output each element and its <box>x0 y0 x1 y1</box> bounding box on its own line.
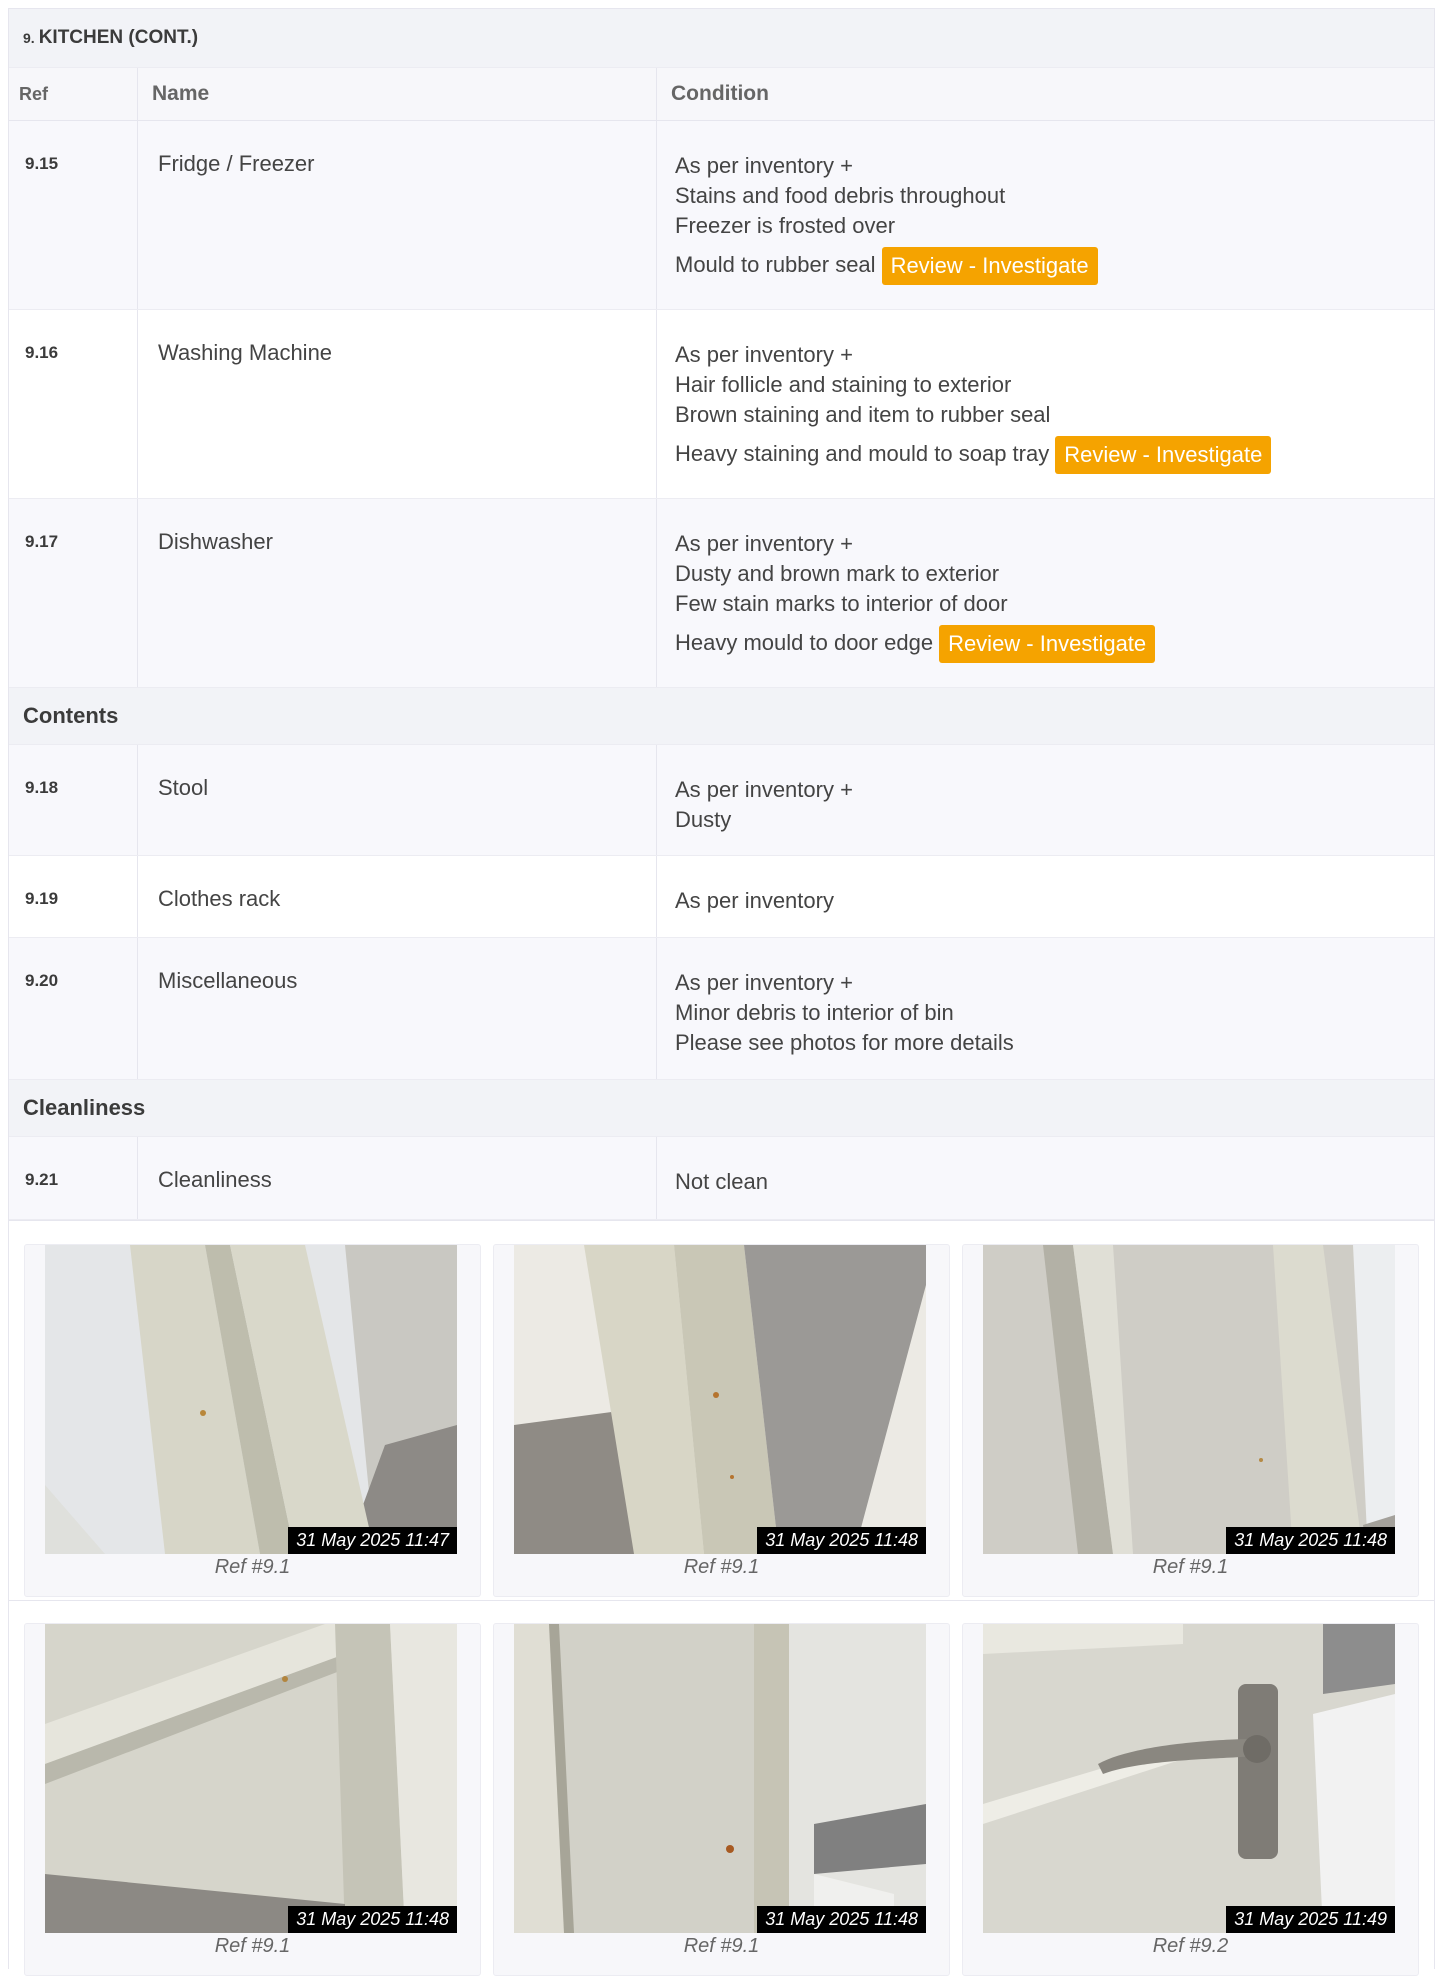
row-name: Washing Machine <box>138 310 657 498</box>
photo-timestamp: 31 May 2025 11:48 <box>288 1906 457 1933</box>
photo-row: 31 May 2025 11:47 Ref #9.1 31 May 2025 1… <box>9 1220 1434 1600</box>
review-badge: Review - Investigate <box>939 625 1156 663</box>
photo-timestamp: 31 May 2025 11:48 <box>757 1906 926 1933</box>
table-row: 9.15 Fridge / Freezer As per inventory +… <box>9 121 1434 310</box>
condition-line: Hair follicle and staining to exterior <box>675 372 1012 397</box>
condition-line: As per inventory + <box>675 531 853 556</box>
row-ref: 9.20 <box>9 938 138 1079</box>
condition-line: Few stain marks to interior of door <box>675 591 1008 616</box>
photo-caption: Ref #9.1 <box>683 1556 760 1578</box>
condition-line: Dusty and brown mark to exterior <box>675 561 1000 586</box>
row-name: Stool <box>138 745 657 855</box>
condition-line: Heavy staining and mould to soap tray Rev… <box>675 436 1434 474</box>
photo-card[interactable]: 31 May 2025 11:47 Ref #9.1 <box>24 1244 481 1597</box>
condition-line: Heavy mould to door edge Review - Investi… <box>675 625 1434 663</box>
photo[interactable]: 31 May 2025 11:48 <box>514 1624 926 1933</box>
row-condition: Not clean <box>657 1137 1434 1219</box>
photo-timestamp: 31 May 2025 11:48 <box>1226 1527 1395 1554</box>
table-row: 9.18 Stool As per inventory + Dusty <box>9 745 1434 856</box>
photo-card[interactable]: 31 May 2025 11:48 Ref #9.1 <box>493 1244 950 1597</box>
row-condition: As per inventory + Hair follicle and sta… <box>657 310 1434 498</box>
review-badge: Review - Investigate <box>881 247 1098 285</box>
row-name: Clothes rack <box>138 856 657 937</box>
row-ref: 9.19 <box>9 856 138 937</box>
table-row: 9.20 Miscellaneous As per inventory + Mi… <box>9 938 1434 1080</box>
photo-caption: Ref #9.1 <box>1152 1556 1229 1578</box>
photo-card[interactable]: 31 May 2025 11:48 Ref #9.1 <box>493 1623 950 1976</box>
photo[interactable]: 31 May 2025 11:48 <box>45 1624 457 1933</box>
condition-line: As per inventory + <box>675 153 853 178</box>
photo-caption: Ref #9.1 <box>214 1556 291 1578</box>
photo-card[interactable]: 31 May 2025 11:48 Ref #9.1 <box>24 1623 481 1976</box>
review-badge: Review - Investigate <box>1055 436 1272 474</box>
condition-line: As per inventory + <box>675 777 853 802</box>
condition-line: Minor debris to interior of bin <box>675 1000 954 1025</box>
row-condition: As per inventory + Stains and food debri… <box>657 121 1434 309</box>
photo-timestamp: 31 May 2025 11:49 <box>1226 1906 1395 1933</box>
row-condition: As per inventory + Minor debris to inter… <box>657 938 1434 1079</box>
row-name: Miscellaneous <box>138 938 657 1079</box>
condition-line: As per inventory <box>675 888 834 913</box>
section-number: 9. <box>23 30 35 46</box>
condition-line: As per inventory + <box>675 342 853 367</box>
row-ref: 9.16 <box>9 310 138 498</box>
row-ref: 9.18 <box>9 745 138 855</box>
section-title: KITCHEN (CONT.) <box>38 27 199 48</box>
photo-timestamp: 31 May 2025 11:48 <box>757 1527 926 1554</box>
column-ref: Ref <box>9 68 138 120</box>
row-condition: As per inventory + Dusty and brown mark … <box>657 499 1434 687</box>
table-row: 9.19 Clothes rack As per inventory <box>9 856 1434 938</box>
condition-text: Heavy staining and mould to soap tray <box>675 440 1050 466</box>
row-condition: As per inventory + Dusty <box>657 745 1434 855</box>
row-name: Fridge / Freezer <box>138 121 657 309</box>
condition-line: Stains and food debris throughout <box>675 183 1006 208</box>
condition-text: Heavy mould to door edge <box>675 629 934 655</box>
condition-line: Mould to rubber seal Review - Investigate <box>675 247 1434 285</box>
column-condition: Condition <box>671 82 769 105</box>
row-ref: 9.17 <box>9 499 138 687</box>
table-row: 9.21 Cleanliness Not clean <box>9 1137 1434 1220</box>
condition-line: As per inventory + <box>675 970 853 995</box>
photo[interactable]: 31 May 2025 11:48 <box>514 1245 926 1554</box>
group-header-contents: Contents <box>9 688 1434 745</box>
row-name: Dishwasher <box>138 499 657 687</box>
condition-line: Freezer is frosted over <box>675 213 896 238</box>
photo-row: 31 May 2025 11:48 Ref #9.1 31 May 2025 1… <box>9 1600 1434 1980</box>
photo-card[interactable]: 31 May 2025 11:49 Ref #9.2 <box>962 1623 1419 1976</box>
photo-caption: Ref #9.1 <box>683 1935 760 1957</box>
row-ref: 9.15 <box>9 121 138 309</box>
report-page: 9. KITCHEN (CONT.) Ref Name Condition 9.… <box>8 8 1435 1976</box>
photo[interactable]: 31 May 2025 11:49 <box>983 1624 1395 1933</box>
photo[interactable]: 31 May 2025 11:48 <box>983 1245 1395 1554</box>
row-ref: 9.21 <box>9 1137 138 1219</box>
section-header: 9. KITCHEN (CONT.) <box>9 8 1434 67</box>
column-name: Name <box>138 68 657 120</box>
condition-line: Please see photos for more details <box>675 1030 1014 1055</box>
condition-text: Mould to rubber seal <box>675 251 876 277</box>
photo-card[interactable]: 31 May 2025 11:48 Ref #9.1 <box>962 1244 1419 1597</box>
row-name: Cleanliness <box>138 1137 657 1219</box>
photo-timestamp: 31 May 2025 11:47 <box>288 1527 457 1554</box>
condition-line: Not clean <box>675 1169 768 1194</box>
row-condition: As per inventory <box>657 856 1434 937</box>
group-header-cleanliness: Cleanliness <box>9 1080 1434 1137</box>
photo-caption: Ref #9.2 <box>1152 1935 1229 1957</box>
table-row: 9.16 Washing Machine As per inventory + … <box>9 310 1434 499</box>
table-row: 9.17 Dishwasher As per inventory + Dusty… <box>9 499 1434 688</box>
photo[interactable]: 31 May 2025 11:47 <box>45 1245 457 1554</box>
condition-line: Dusty <box>675 807 732 832</box>
condition-line: Brown staining and item to rubber seal <box>675 402 1051 427</box>
table-header: Ref Name Condition <box>9 67 1434 121</box>
photo-caption: Ref #9.1 <box>214 1935 291 1957</box>
